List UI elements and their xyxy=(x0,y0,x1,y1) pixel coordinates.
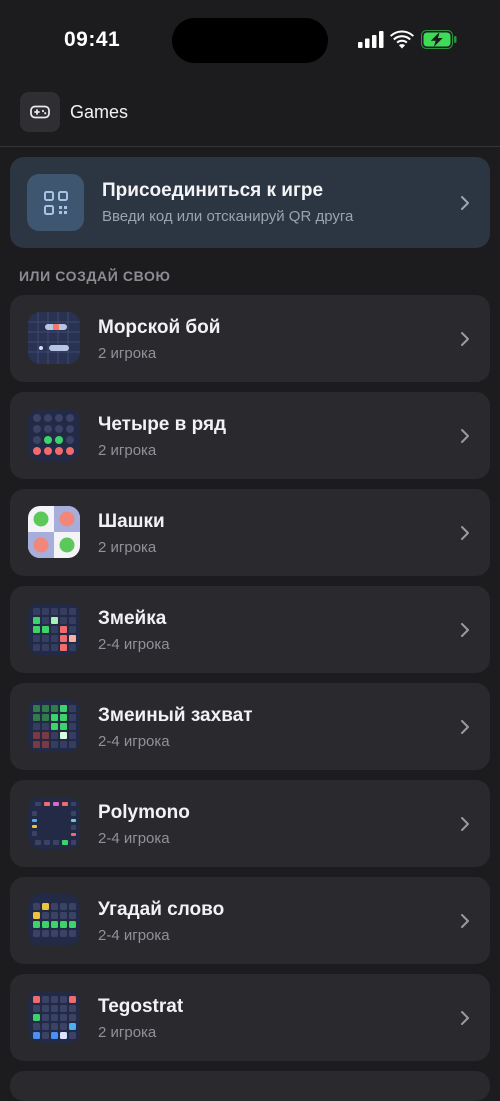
game-name: Угадай слово xyxy=(98,899,225,920)
game-players: 2-4 игрока xyxy=(98,830,170,847)
chevron-right-icon xyxy=(461,196,469,210)
wifi-icon xyxy=(390,30,414,49)
game-name: Четыре в ряд xyxy=(98,414,227,435)
app-title: Games xyxy=(70,102,129,122)
game-players: 2-4 игрока xyxy=(98,636,170,653)
status-bar: 09:41 xyxy=(0,0,500,82)
app-icon[interactable] xyxy=(20,92,60,132)
chevron-right-icon xyxy=(461,623,469,637)
cellular-signal-icon xyxy=(358,31,384,48)
status-time: 09:41 xyxy=(64,28,121,51)
game-item-word-guess[interactable]: Угадай слово 2-4 игрока xyxy=(10,877,490,964)
game-players: 2-4 игрока xyxy=(98,927,170,944)
game-item-battleship[interactable]: Морской бой 2 игрока xyxy=(10,295,490,382)
battleship-icon xyxy=(28,312,80,364)
chevron-right-icon xyxy=(461,914,469,928)
game-name: Морской бой xyxy=(98,317,221,338)
game-item-snake-capture[interactable]: Змеиный захват 2-4 игрока xyxy=(10,683,490,770)
game-item-connect-four[interactable]: Четыре в ряд 2 игрока xyxy=(10,392,490,479)
snake-icon xyxy=(28,603,80,655)
game-item-polymono[interactable]: Polymono 2-4 игрока xyxy=(10,780,490,867)
chevron-right-icon xyxy=(461,1011,469,1025)
word-guess-icon xyxy=(28,894,80,946)
chevron-right-icon xyxy=(461,720,469,734)
game-players: 2-4 игрока xyxy=(98,733,170,750)
chevron-right-icon xyxy=(461,817,469,831)
battery-charging-icon xyxy=(421,30,457,49)
game-name: Tegostrat xyxy=(98,996,184,1017)
connect-four-icon xyxy=(28,409,80,461)
chevron-right-icon xyxy=(461,429,469,443)
tegostrat-icon xyxy=(28,991,80,1043)
dynamic-island xyxy=(172,18,328,63)
game-players: 2 игрока xyxy=(98,345,157,362)
section-label: ИЛИ СОЗДАЙ СВОЮ xyxy=(19,268,171,284)
game-name: Шашки xyxy=(98,511,165,532)
chevron-right-icon xyxy=(461,332,469,346)
snake-capture-icon xyxy=(28,700,80,752)
game-players: 2 игрока xyxy=(98,442,157,459)
checkers-icon xyxy=(28,506,80,558)
game-name: Змеиный захват xyxy=(98,705,253,726)
game-item-checkers[interactable]: Шашки 2 игрока xyxy=(10,489,490,576)
gamepad-icon xyxy=(30,105,50,119)
chevron-right-icon xyxy=(461,526,469,540)
qr-code-icon xyxy=(43,190,68,215)
join-subtitle: Введи код или отсканируй QR друга xyxy=(102,208,354,225)
game-list: Морской бой 2 игрока Четыре в ряд 2 игро… xyxy=(10,295,490,1071)
join-game-card[interactable]: Присоединиться к игре Введи код или отск… xyxy=(10,157,490,248)
join-icon-box xyxy=(27,174,84,231)
game-item-partial[interactable] xyxy=(10,1071,490,1101)
app-header: Games xyxy=(0,88,500,147)
join-title: Присоединиться к игре xyxy=(102,180,324,201)
game-players: 2 игрока xyxy=(98,539,157,556)
game-item-tegostrat[interactable]: Tegostrat 2 игрока xyxy=(10,974,490,1061)
game-item-snake[interactable]: Змейка 2-4 игрока xyxy=(10,586,490,673)
polymono-icon xyxy=(28,797,80,849)
game-players: 2 игрока xyxy=(98,1024,157,1041)
game-name: Змейка xyxy=(98,608,167,629)
game-name: Polymono xyxy=(98,802,190,823)
